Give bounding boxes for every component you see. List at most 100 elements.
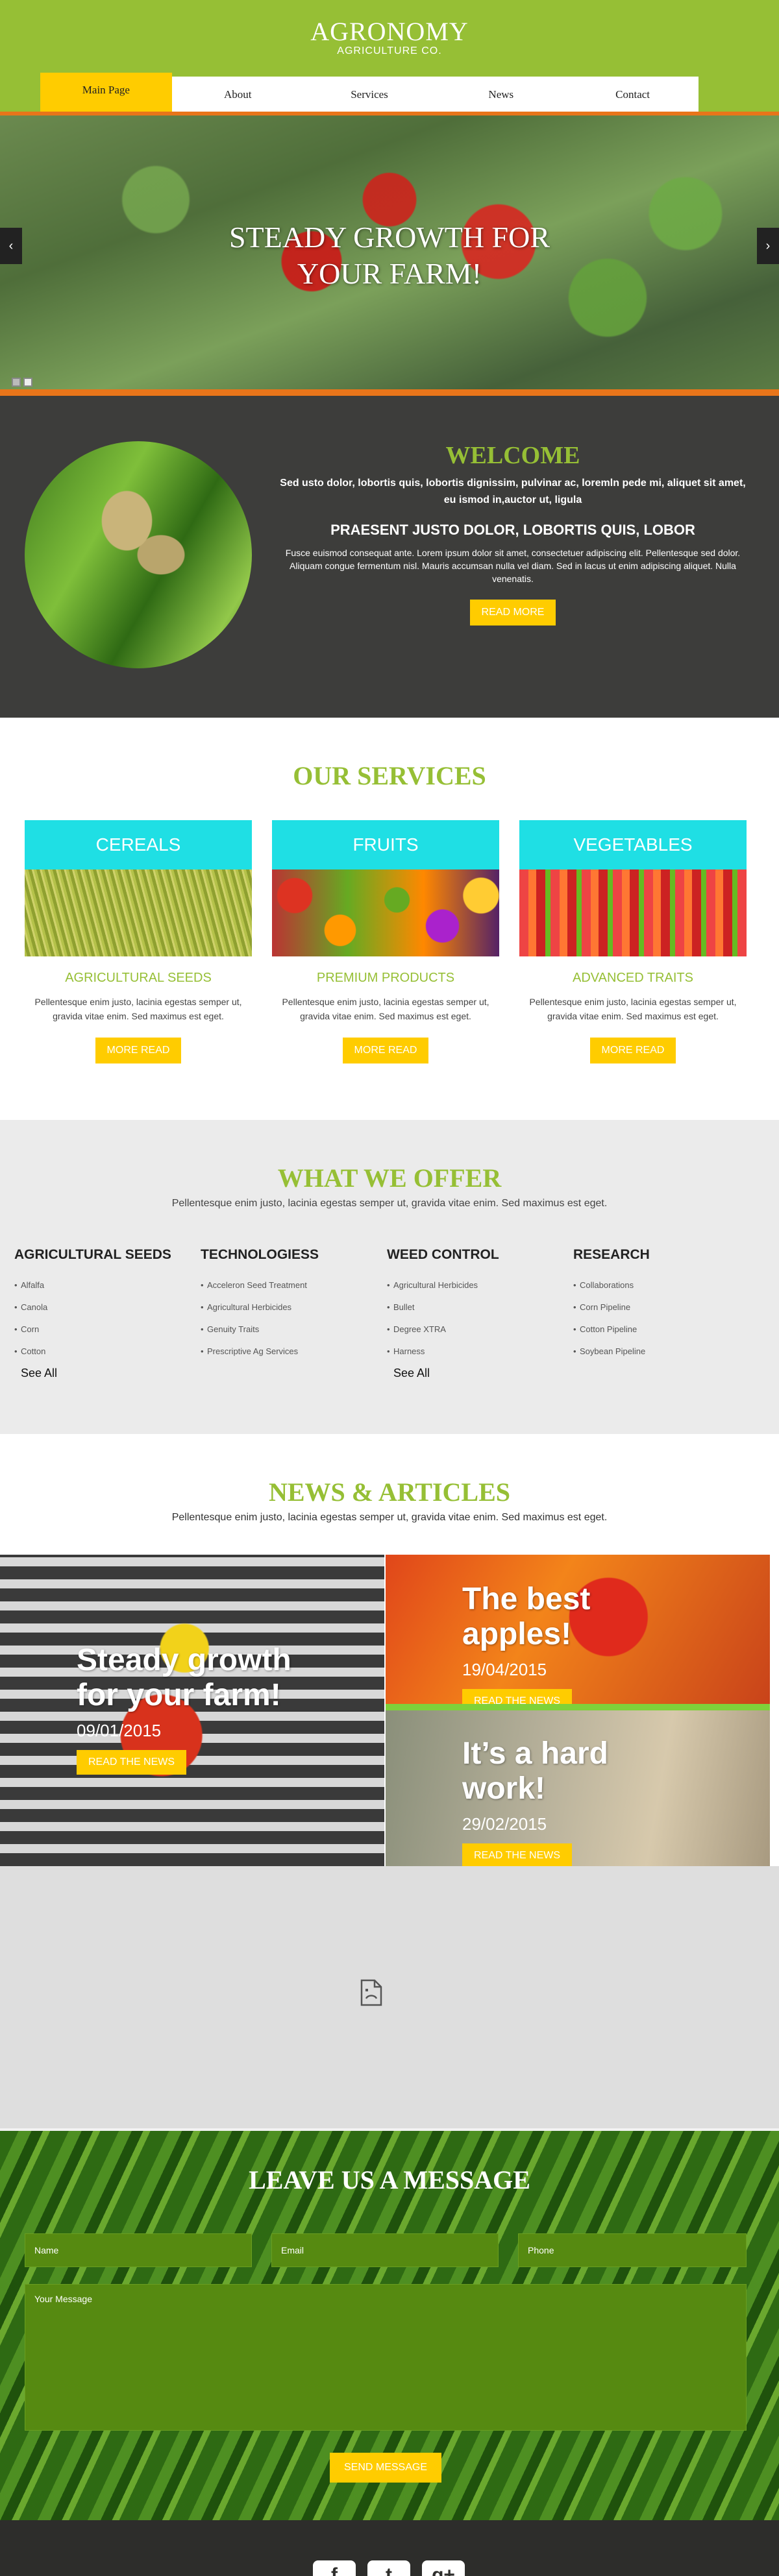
welcome-lead: Sed usto dolor, lobortis quis, lobortis … xyxy=(280,478,746,505)
nav-main-page[interactable]: Main Page xyxy=(40,73,172,113)
offer-list-item[interactable]: Harness xyxy=(387,1341,573,1363)
contact-title: LEAVE US A MESSAGE xyxy=(249,2165,530,2194)
offer-column-heading: RESEARCH xyxy=(573,1247,650,1262)
service-card-vegetables: VEGETABLES ADVANCED TRAITS Pellentesque … xyxy=(519,820,747,1063)
offer-list-item[interactable]: Bullet xyxy=(387,1296,573,1318)
nav-about[interactable]: About xyxy=(172,77,304,113)
facebook-icon[interactable]: f xyxy=(313,2560,356,2576)
news-title-line1: It’s a hard xyxy=(462,1736,608,1771)
service-name: AGRICULTURAL SEEDS xyxy=(65,971,212,985)
slider-pagination xyxy=(12,378,32,387)
welcome-content: WELCOME Sed usto dolor, lobortis quis, l… xyxy=(279,440,747,626)
news-card-hard-work[interactable]: It’s a hard work! 29/02/2015 READ THE NE… xyxy=(386,1710,770,1868)
offer-list-item[interactable]: Genuity Traits xyxy=(201,1318,387,1341)
hero-title-line1: STEADY GROWTH FOR xyxy=(229,221,550,254)
offer-list-item[interactable]: Cotton Pipeline xyxy=(573,1318,760,1341)
service-image xyxy=(519,869,747,956)
service-description: Pellentesque enim justo, lacinia egestas… xyxy=(282,997,489,1021)
offer-column-technologies: TECHNOLOGIESS Acceleron Seed Treatment A… xyxy=(201,1247,387,1380)
service-more-button[interactable]: MORE READ xyxy=(589,1038,676,1063)
offer-list-item[interactable]: Degree XTRA xyxy=(387,1318,573,1341)
offer-column-heading: WEED CONTROL xyxy=(387,1247,499,1262)
news-title-line2: for your farm! xyxy=(77,1678,281,1712)
welcome-title: WELCOME xyxy=(445,442,580,469)
service-description: Pellentesque enim justo, lacinia egestas… xyxy=(529,997,737,1021)
news-card-content: Steady growth for your farm! 09/01/2015 … xyxy=(77,1643,291,1775)
email-field[interactable] xyxy=(271,2233,499,2267)
name-field[interactable] xyxy=(25,2233,252,2267)
offer-column-heading: AGRICULTURAL SEEDS xyxy=(14,1247,171,1262)
offer-list-item[interactable]: Collaborations xyxy=(573,1274,760,1296)
offer-list: Alfalfa Canola Corn Cotton xyxy=(14,1274,201,1363)
main-nav: Main Page About Services News Contact xyxy=(40,73,699,113)
offer-list-item[interactable]: Corn xyxy=(14,1318,201,1341)
service-card-cereals: CEREALS AGRICULTURAL SEEDS Pellentesque … xyxy=(25,820,252,1063)
news-subtitle: Pellentesque enim justo, lacinia egestas… xyxy=(171,1512,608,1523)
offer-section: WHAT WE OFFER Pellentesque enim justo, l… xyxy=(0,1120,779,1434)
service-heading: VEGETABLES xyxy=(519,820,747,869)
twitter-icon[interactable]: t xyxy=(367,2560,410,2576)
offer-column-research: RESEARCH Collaborations Corn Pipeline Co… xyxy=(573,1247,760,1380)
news-grid: Steady growth for your farm! 09/01/2015 … xyxy=(0,1555,779,1868)
map-placeholder[interactable] xyxy=(0,1866,779,2131)
offer-list-item[interactable]: Soybean Pipeline xyxy=(573,1341,760,1363)
slider-next-button[interactable]: › xyxy=(757,228,779,264)
offer-subtitle: Pellentesque enim justo, lacinia egestas… xyxy=(171,1198,608,1209)
offer-list-item[interactable]: Prescriptive Ag Services xyxy=(201,1341,387,1363)
offer-list-item[interactable]: Cotton xyxy=(14,1341,201,1363)
news-card-content: It’s a hard work! 29/02/2015 READ THE NE… xyxy=(462,1736,608,1868)
offer-column-heading: TECHNOLOGIESS xyxy=(201,1247,319,1262)
slider-dot-2[interactable] xyxy=(23,378,32,387)
chevron-left-icon: ‹ xyxy=(8,238,14,253)
welcome-body: Fusce euismod consequat ante. Lorem ipsu… xyxy=(285,548,741,584)
news-card-content: The best apples! 19/04/2015 READ THE NEW… xyxy=(462,1582,590,1714)
offer-column-weed-control: WEED CONTROL Agricultural Herbicides Bul… xyxy=(387,1247,573,1380)
google-plus-icon[interactable]: g+ xyxy=(422,2560,465,2576)
offer-list-item[interactable]: Alfalfa xyxy=(14,1274,201,1296)
news-card-apples[interactable]: The best apples! 19/04/2015 READ THE NEW… xyxy=(386,1555,770,1714)
service-heading: CEREALS xyxy=(25,820,252,869)
offer-list: Collaborations Corn Pipeline Cotton Pipe… xyxy=(573,1274,760,1363)
offer-list: Agricultural Herbicides Bullet Degree XT… xyxy=(387,1274,573,1363)
offer-list-item[interactable]: Corn Pipeline xyxy=(573,1296,760,1318)
hero-title-line2: YOUR FARM! xyxy=(297,257,482,290)
read-news-button[interactable]: READ THE NEWS xyxy=(462,1843,573,1868)
message-field[interactable] xyxy=(25,2284,747,2431)
logo-title[interactable]: AGRONOMY xyxy=(0,17,779,47)
nav-contact[interactable]: Contact xyxy=(567,77,699,113)
news-card-title: Steady growth for your farm! xyxy=(77,1643,291,1713)
offer-list-item[interactable]: Agricultural Herbicides xyxy=(201,1296,387,1318)
slider-dot-1[interactable] xyxy=(12,378,21,387)
service-card-fruits: FRUITS PREMIUM PRODUCTS Pellentesque eni… xyxy=(272,820,499,1063)
read-more-button[interactable]: READ MORE xyxy=(469,600,556,626)
offer-columns: AGRICULTURAL SEEDS Alfalfa Canola Corn C… xyxy=(14,1247,761,1380)
service-more-button[interactable]: MORE READ xyxy=(342,1038,429,1063)
contact-section: LEAVE US A MESSAGE SEND MESSAGE xyxy=(0,2131,779,2520)
site-header: AGRONOMY AGRICULTURE CO. Main Page About… xyxy=(0,0,779,115)
chevron-right-icon: › xyxy=(765,238,771,253)
offer-list-item[interactable]: Agricultural Herbicides xyxy=(387,1274,573,1296)
offer-list-item[interactable]: Canola xyxy=(14,1296,201,1318)
nav-services[interactable]: Services xyxy=(304,77,436,113)
send-message-button[interactable]: SEND MESSAGE xyxy=(330,2453,441,2483)
offer-column-seeds: AGRICULTURAL SEEDS Alfalfa Canola Corn C… xyxy=(14,1247,201,1380)
phone-field[interactable] xyxy=(518,2233,747,2267)
service-more-button[interactable]: MORE READ xyxy=(95,1038,182,1063)
read-news-button[interactable]: READ THE NEWS xyxy=(77,1750,187,1775)
see-all-link[interactable]: See All xyxy=(387,1367,573,1380)
nav-news[interactable]: News xyxy=(435,77,567,113)
offer-list-item[interactable]: Acceleron Seed Treatment xyxy=(201,1274,387,1296)
news-card-featured[interactable]: Steady growth for your farm! 09/01/2015 … xyxy=(0,1555,384,1866)
hero-divider xyxy=(0,389,779,396)
slider-prev-button[interactable]: ‹ xyxy=(0,228,22,264)
news-title-line2: apples! xyxy=(462,1617,572,1651)
offer-title: WHAT WE OFFER xyxy=(277,1163,502,1193)
services-section: OUR SERVICES CEREALS AGRICULTURAL SEEDS … xyxy=(0,718,779,1120)
services-list: CEREALS AGRICULTURAL SEEDS Pellentesque … xyxy=(25,820,747,1063)
news-title-line1: Steady growth xyxy=(77,1643,291,1677)
logo[interactable]: AGRONOMY AGRICULTURE CO. xyxy=(0,0,779,57)
news-card-title: It’s a hard work! xyxy=(462,1736,608,1806)
news-card-date: 29/02/2015 xyxy=(462,1814,547,1834)
welcome-image xyxy=(25,441,252,668)
see-all-link[interactable]: See All xyxy=(14,1367,201,1380)
